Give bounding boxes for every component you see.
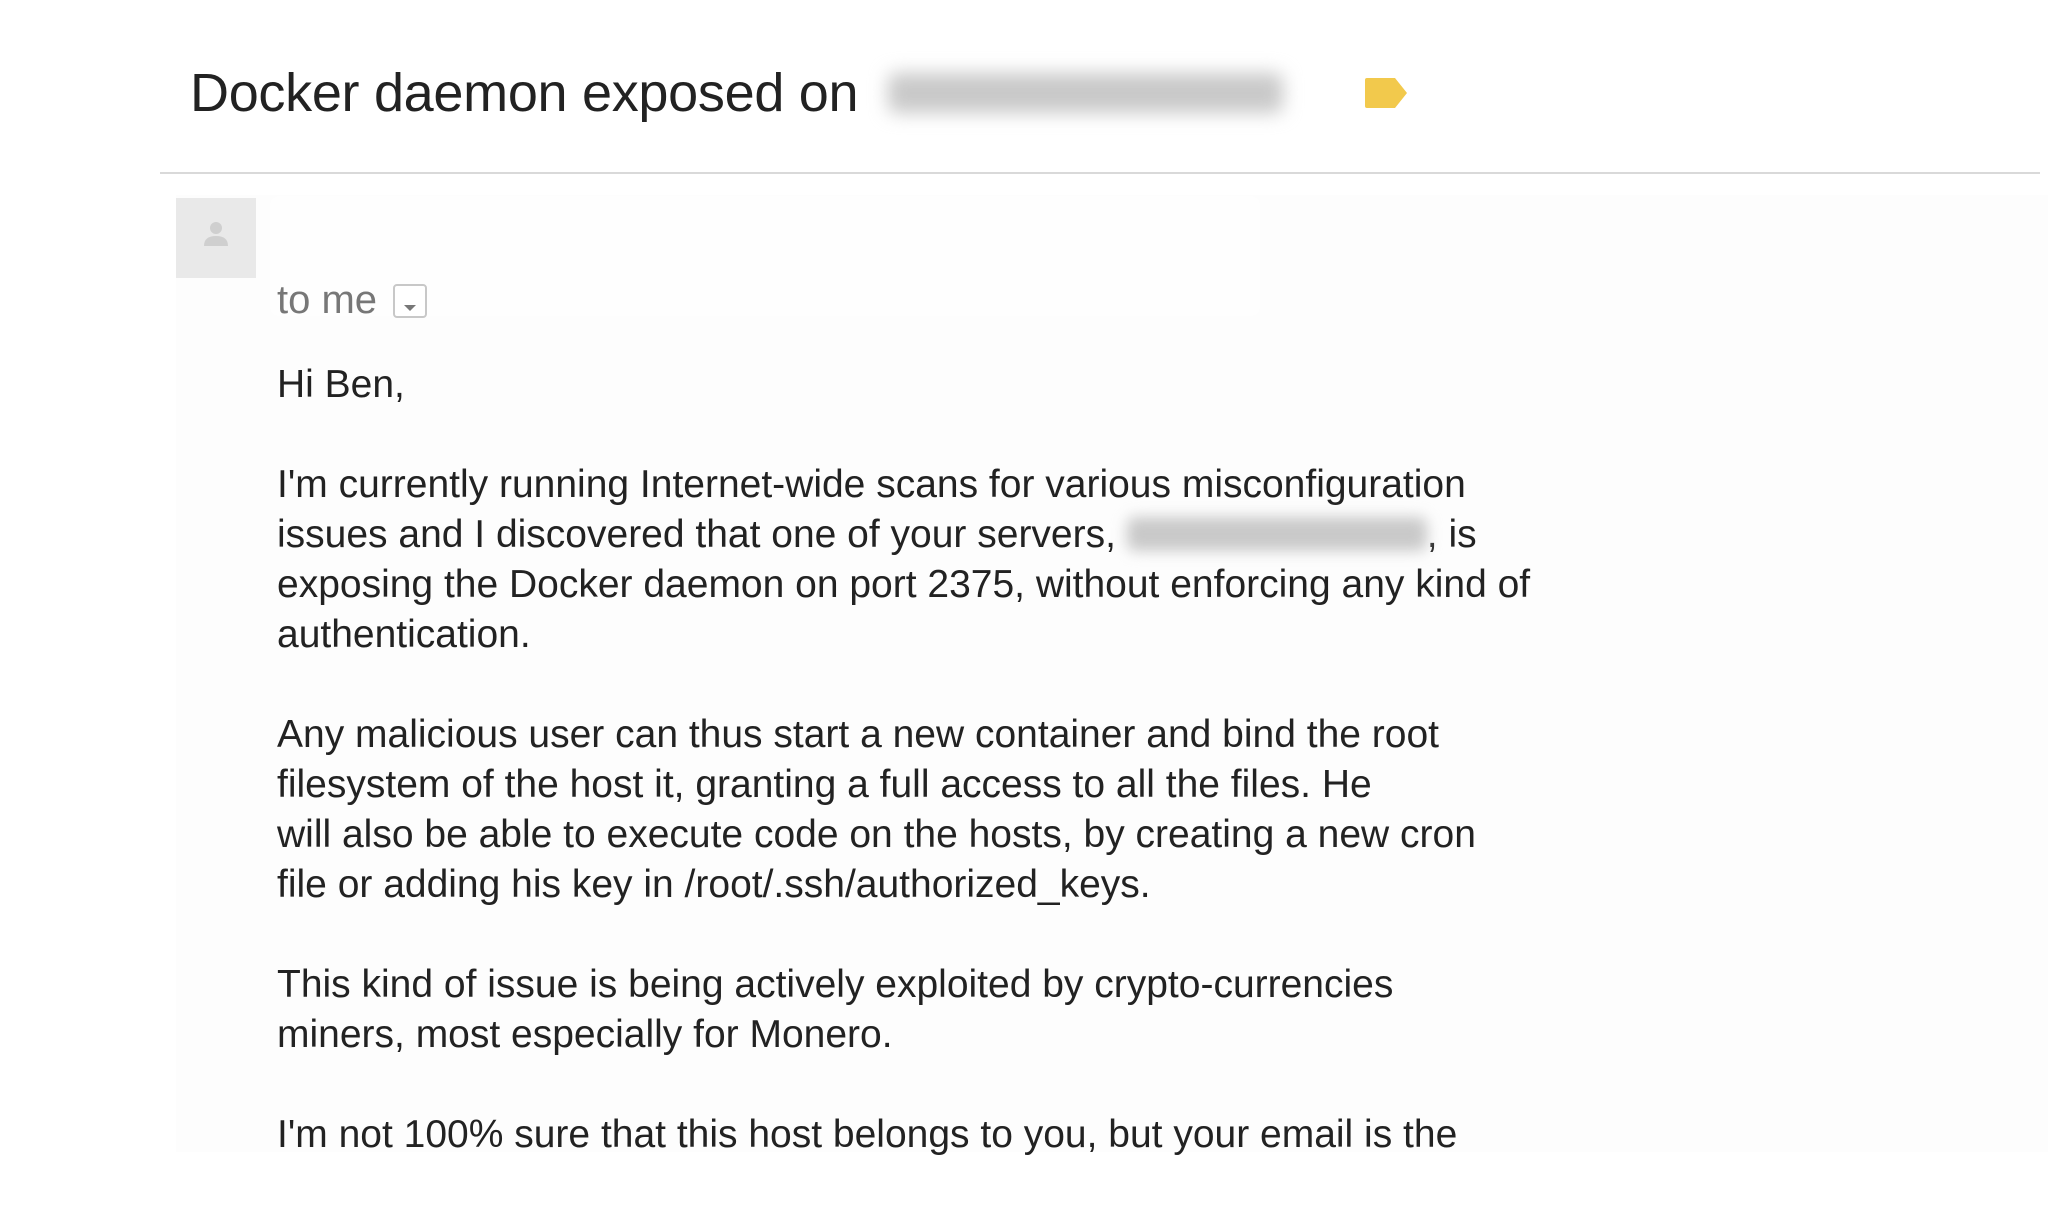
recipient-line: to me <box>277 278 428 323</box>
body-line: miners, most especially for Monero. <box>277 1013 893 1056</box>
body-paragraph-3: This kind of issue is being actively exp… <box>277 960 1727 1060</box>
person-icon <box>176 198 256 278</box>
body-paragraph-2: Any malicious user can thus start a new … <box>277 710 1727 910</box>
chevron-down-icon <box>402 278 418 323</box>
subject-bar: Docker daemon exposed on <box>190 52 1411 134</box>
body-line: authentication. <box>277 613 531 656</box>
body-line: I'm currently running Internet-wide scan… <box>277 463 1466 506</box>
email-subject: Docker daemon exposed on <box>190 63 859 123</box>
header-divider <box>160 172 2040 174</box>
body-line: , is <box>1426 513 1477 556</box>
body-paragraph-4: I'm not 100% sure that this host belongs… <box>277 1110 1727 1160</box>
greeting: Hi Ben, <box>277 360 1727 410</box>
body-paragraph-1: I'm currently running Internet-wide scan… <box>277 460 1727 660</box>
body-line: I'm not 100% sure that this host belongs… <box>277 1113 1458 1156</box>
body-line: Any malicious user can thus start a new … <box>277 713 1439 756</box>
email-body: Hi Ben, I'm currently running Internet-w… <box>277 360 1727 1210</box>
greeting-text: Hi Ben, <box>277 363 405 406</box>
body-line: will also be able to execute code on the… <box>277 813 1476 856</box>
body-line: issues and I discovered that one of your… <box>277 513 1127 556</box>
sender-avatar[interactable] <box>176 198 256 278</box>
body-line: filesystem of the host it, granting a fu… <box>277 763 1372 806</box>
details-dropdown-button[interactable] <box>393 283 428 318</box>
redacted-ip-address <box>888 73 1284 113</box>
recipient-text: to me <box>277 278 378 322</box>
label-tag-icon[interactable] <box>1363 74 1411 112</box>
body-line: exposing the Docker daemon on port 2375,… <box>277 563 1531 606</box>
redacted-ip-address <box>1126 517 1427 551</box>
body-line: file or adding his key in /root/.ssh/aut… <box>277 863 1151 906</box>
body-line: This kind of issue is being actively exp… <box>277 963 1394 1006</box>
